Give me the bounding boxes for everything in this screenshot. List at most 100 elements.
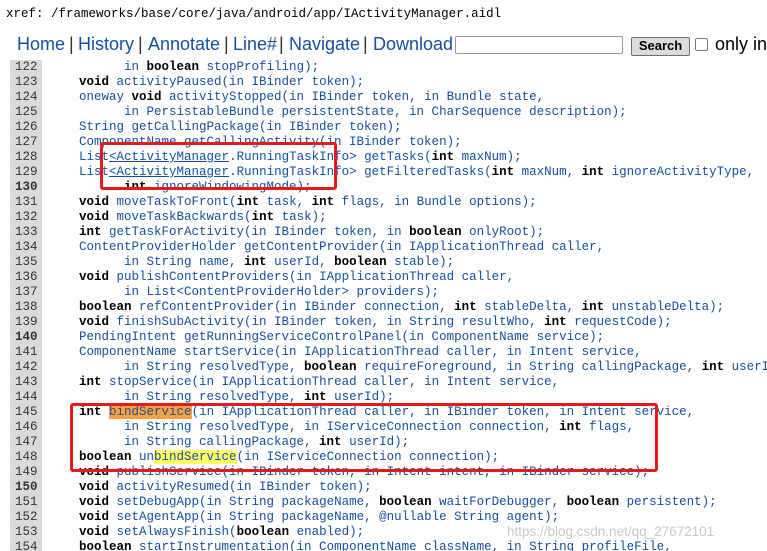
code-text: in String resolvedType, in IServiceConne… (49, 420, 634, 435)
code-line: 148 boolean unbindService(in IServiceCon… (10, 450, 767, 465)
highlighted-token[interactable]: < (109, 150, 117, 164)
line-number-link[interactable]: 145 (10, 405, 42, 420)
code-line: 122 in boolean stopProfiling); (10, 60, 767, 75)
line-number-link[interactable]: 147 (10, 435, 42, 450)
line-number-link[interactable]: 139 (10, 315, 42, 330)
line-number-link[interactable]: 133 (10, 225, 42, 240)
line-number-link[interactable]: 153 (10, 525, 42, 540)
nav-line-number-link[interactable]: Line# (233, 34, 277, 55)
code-token: in List<ContentProviderHolder> providers… (49, 285, 440, 299)
line-number-link[interactable]: 130 (10, 180, 42, 195)
nav-history-link[interactable]: History (78, 34, 134, 55)
code-token: activityResumed(in IBinder token); (109, 480, 372, 494)
code-line: 150 void activityResumed(in IBinder toke… (10, 480, 767, 495)
keyword-token: boolean (79, 450, 132, 464)
line-number-link[interactable]: 151 (10, 495, 42, 510)
nav-navigate-link[interactable]: Navigate (289, 34, 360, 55)
keyword-token: void (79, 75, 110, 89)
line-number-link[interactable]: 152 (10, 510, 42, 525)
line-number-link[interactable]: 124 (10, 90, 42, 105)
code-token: finishSubActivity(in IBinder token, in S… (109, 315, 545, 329)
keyword-token: boolean (79, 300, 132, 314)
code-token: userId); (731, 360, 767, 374)
highlighted-token: bindService (154, 450, 237, 464)
line-number-link[interactable]: 144 (10, 390, 42, 405)
code-line: 138 boolean refContentProvider(in IBinde… (10, 300, 767, 315)
line-number-link[interactable]: 128 (10, 150, 42, 165)
keyword-token: int (581, 300, 605, 314)
code-line: 139 void finishSubActivity(in IBinder to… (10, 315, 767, 330)
xref-path: xref: /frameworks/base/core/java/android… (6, 7, 502, 21)
code-token: un (131, 450, 155, 464)
line-number-link[interactable]: 122 (10, 60, 42, 75)
line-number-link[interactable]: 132 (10, 210, 42, 225)
code-token: setAlwaysFinish( (109, 525, 237, 539)
keyword-token: int (79, 225, 102, 239)
nav-download-link[interactable]: Download (373, 34, 453, 55)
line-number-link[interactable]: 131 (10, 195, 42, 210)
code-text: boolean unbindService(in IServiceConnect… (49, 450, 499, 465)
code-token: requestCode); (566, 315, 672, 329)
highlighted-token[interactable]: ActivityManager (117, 150, 230, 164)
line-number-link[interactable]: 148 (10, 450, 42, 465)
code-token: refContentProvider(in IBinder connection… (131, 300, 455, 314)
code-text: void activityPaused(in IBinder token); (49, 75, 364, 90)
keyword-token: void (79, 510, 110, 524)
keyword-token: int (319, 435, 342, 449)
code-line: 135 in String name, int userId, boolean … (10, 255, 767, 270)
code-token: stopProfiling); (199, 60, 320, 74)
line-number-link[interactable]: 140 (10, 330, 42, 345)
code-text: void activityResumed(in IBinder token); (49, 480, 372, 495)
code-line: 131 void moveTaskToFront(int task, int f… (10, 195, 767, 210)
code-token: publishService(in IBinder token, in Inte… (109, 465, 650, 479)
highlighted-token[interactable]: < (109, 165, 117, 179)
line-number-link[interactable]: 142 (10, 360, 42, 375)
code-text: void moveTaskToFront(int task, int flags… (49, 195, 537, 210)
line-number-link[interactable]: 126 (10, 120, 42, 135)
line-number-link[interactable]: 150 (10, 480, 42, 495)
code-line: 127 ComponentName getCallingActivity(in … (10, 135, 767, 150)
keyword-token: int (304, 390, 327, 404)
line-number-link[interactable]: 127 (10, 135, 42, 150)
line-number-link[interactable]: 138 (10, 300, 42, 315)
code-text: oneway void activityStopped(in IBinder t… (49, 90, 544, 105)
highlighted-token: bindService (109, 405, 192, 419)
line-number-link[interactable]: 136 (10, 270, 42, 285)
line-number-link[interactable]: 141 (10, 345, 42, 360)
line-number-link[interactable]: 125 (10, 105, 42, 120)
search-input[interactable] (455, 36, 623, 54)
keyword-token: void (79, 495, 110, 509)
line-number-link[interactable]: 137 (10, 285, 42, 300)
line-number-link[interactable]: 129 (10, 165, 42, 180)
code-text: void publishService(in IBinder token, in… (49, 465, 649, 480)
code-line: 149 void publishService(in IBinder token… (10, 465, 767, 480)
keyword-token: int (79, 405, 102, 419)
code-token: stableDelta, (476, 300, 582, 314)
line-number-link[interactable]: 143 (10, 375, 42, 390)
code-token: waitForDebugger, (431, 495, 567, 509)
line-number-link[interactable]: 146 (10, 420, 42, 435)
line-number-link[interactable]: 123 (10, 75, 42, 90)
keyword-token: int (559, 420, 582, 434)
keyword-token: int (79, 375, 102, 389)
code-line: 146 in String resolvedType, in IServiceC… (10, 420, 767, 435)
highlighted-token[interactable]: ActivityManager (117, 165, 230, 179)
search-button[interactable]: Search (631, 37, 690, 56)
nav-annotate-link[interactable]: Annotate (148, 34, 220, 55)
keyword-token: int (431, 150, 455, 164)
code-line: 126 String getCallingPackage(in IBinder … (10, 120, 767, 135)
nav-home-link[interactable]: Home (17, 34, 65, 55)
line-number-link[interactable]: 149 (10, 465, 42, 480)
line-number-link[interactable]: 135 (10, 255, 42, 270)
only-in-checkbox[interactable] (695, 38, 708, 51)
code-token: persistent); (619, 495, 717, 509)
code-token: maxNum, (514, 165, 582, 179)
line-number-link[interactable]: 134 (10, 240, 42, 255)
line-number-link[interactable]: 154 (10, 540, 42, 551)
code-token: moveTaskBackwards( (109, 210, 252, 224)
keyword-token: int (454, 300, 477, 314)
code-text: ComponentName startService(in IApplicati… (49, 345, 642, 360)
